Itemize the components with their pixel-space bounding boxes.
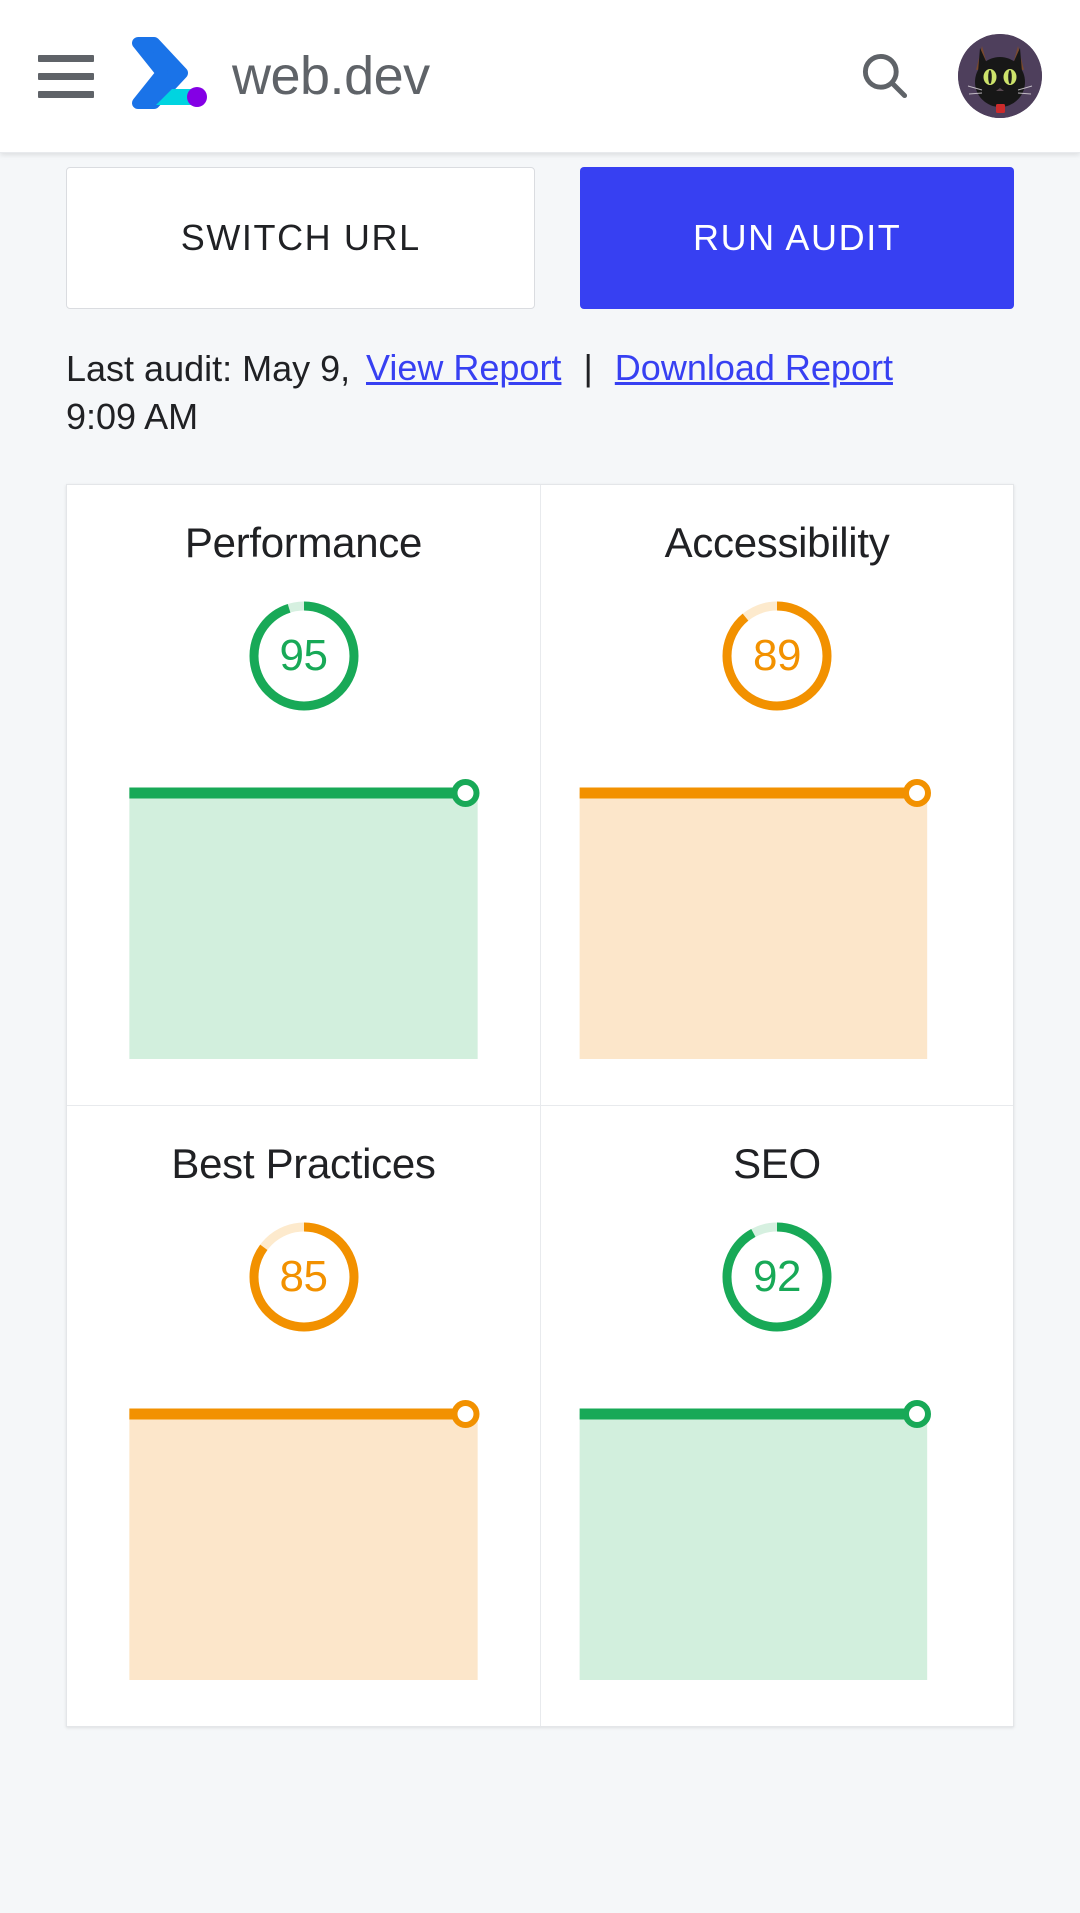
hamburger-bar-2 [38,72,94,80]
score-gauge-accessibility: 89 [718,597,836,715]
report-links: View Report | Download Report [366,345,893,389]
sparkline-endpoint [451,1400,480,1429]
cat-avatar-icon[interactable] [958,34,1042,118]
score-gauge-performance: 95 [245,597,363,715]
score-value: 85 [279,1252,328,1302]
score-card-accessibility[interactable]: Accessibility 89 [540,485,1013,1106]
score-sparkline-best-practices [67,1400,540,1681]
sparkline-endpoint [903,1400,931,1429]
score-card-best-practices[interactable]: Best Practices 85 [67,1105,540,1726]
webdev-logo-icon [132,37,207,109]
score-title: Best Practices [171,1140,436,1188]
hamburger-bar-3 [38,90,94,98]
brand-home-link[interactable]: web.dev [124,37,430,115]
score-title: SEO [733,1140,821,1188]
link-separator: | [583,347,593,388]
run-audit-button[interactable]: RUN AUDIT [580,167,1014,309]
header-actions [854,34,1042,118]
audit-meta-row: Last audit: May 9, 9:09 AM View Report |… [66,345,1014,440]
app-header: web.dev [0,0,1080,153]
download-report-link[interactable]: Download Report [615,347,893,389]
score-title: Performance [184,519,423,567]
search-glyph [862,53,908,99]
score-card-performance[interactable]: Performance 95 [67,485,540,1105]
lighthouse-dashboard: SWITCH URL RUN AUDIT Last audit: May 9, … [0,153,1080,1728]
hamburger-bar-1 [38,54,94,62]
score-value: 89 [753,631,801,681]
score-gauge-seo: 92 [718,1218,836,1336]
score-card-grid: Performance 95 Accessibility 89 Best Pra… [66,484,1014,1728]
score-gauge-best-practices: 85 [245,1218,363,1336]
score-sparkline-accessibility [541,779,1013,1060]
score-sparkline-seo [541,1400,1013,1681]
brand-title: web.dev [232,46,430,106]
search-icon[interactable] [854,45,916,107]
sparkline-endpoint [451,779,480,808]
view-report-link[interactable]: View Report [366,347,561,389]
score-value: 95 [279,631,328,681]
action-button-row: SWITCH URL RUN AUDIT [66,153,1014,309]
last-audit-timestamp: Last audit: May 9, 9:09 AM [66,348,351,437]
sparkline-endpoint [903,779,931,808]
avatar-image [958,34,1042,118]
score-title: Accessibility [664,519,890,567]
hamburger-menu-icon[interactable] [38,48,94,104]
switch-url-button[interactable]: SWITCH URL [66,167,536,309]
score-value: 92 [753,1252,801,1302]
score-card-seo[interactable]: SEO 92 [540,1105,1013,1727]
score-sparkline-performance [67,779,540,1060]
